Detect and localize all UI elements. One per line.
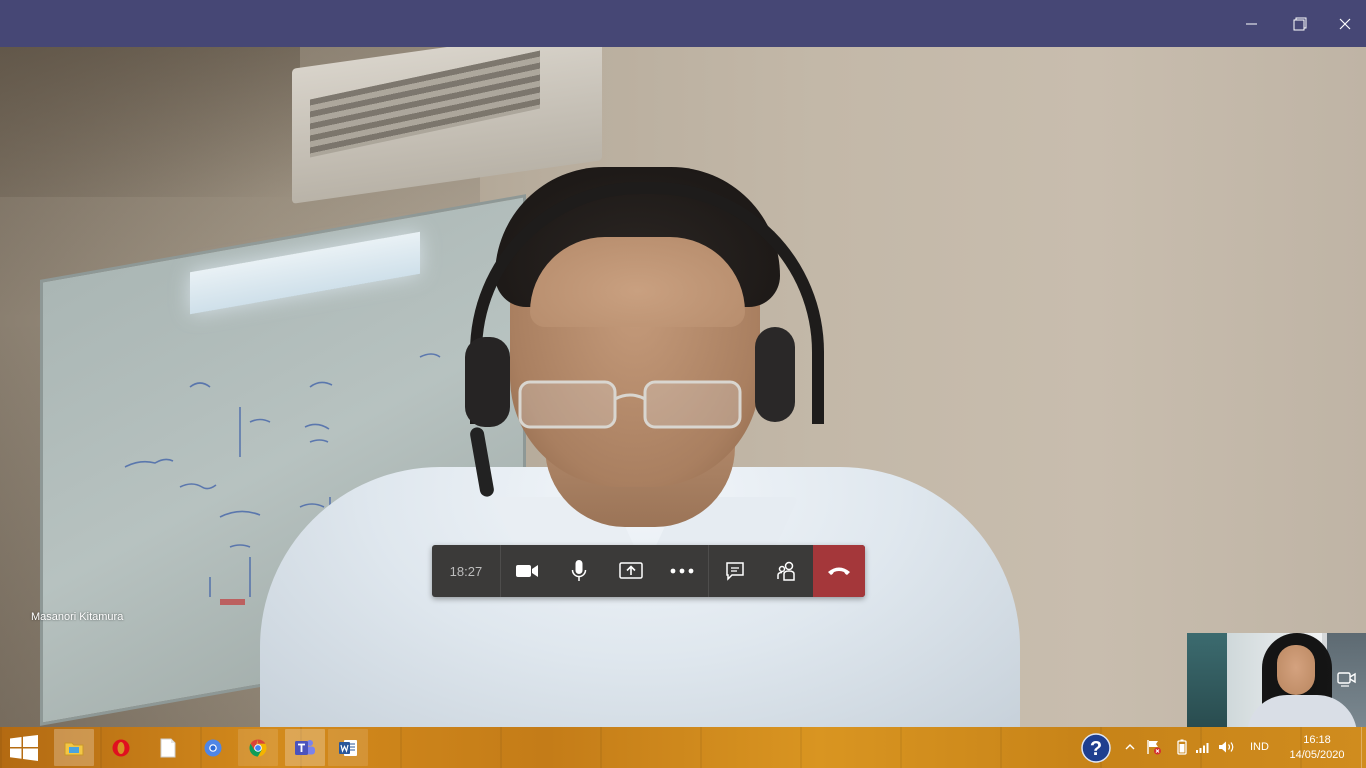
chat-button[interactable] (709, 545, 761, 597)
headset-earcup-left (465, 337, 510, 427)
tray-show-hidden[interactable] (1120, 736, 1140, 758)
taskbar-chrome[interactable] (238, 729, 278, 766)
help-icon: ? (1081, 733, 1111, 763)
headset-earcup-right (755, 327, 795, 422)
switch-camera-icon[interactable] (1337, 670, 1357, 688)
participants-icon (777, 561, 795, 581)
tray-action-center[interactable] (1144, 736, 1164, 758)
battery-icon (1177, 739, 1187, 755)
share-screen-button[interactable] (605, 545, 657, 597)
tray-help[interactable]: ? (1081, 733, 1111, 763)
call-controls-bar: 18:27 (432, 545, 865, 597)
camera-button[interactable] (501, 545, 553, 597)
more-options-button[interactable] (656, 545, 708, 597)
microphone-button[interactable] (553, 545, 605, 597)
taskbar-word[interactable] (328, 729, 368, 766)
share-screen-icon (618, 562, 643, 579)
hang-up-button[interactable] (813, 545, 865, 597)
opera-icon (112, 739, 130, 756)
notepad-icon (160, 738, 176, 757)
volume-icon (1219, 741, 1234, 753)
participant-glasses (518, 380, 742, 429)
clock-time: 16:18 (1303, 734, 1331, 746)
self-video-person-face (1277, 645, 1315, 695)
clock-date: 14/05/2020 (1289, 749, 1345, 761)
minimize-icon (1246, 23, 1257, 24)
word-icon (339, 739, 357, 756)
camera-icon (515, 565, 538, 577)
file-explorer-icon (64, 742, 84, 755)
input-language-indicator[interactable]: IND (1250, 741, 1269, 753)
participant-person (260, 137, 1020, 727)
chat-icon (726, 562, 745, 581)
microphone-icon (571, 560, 586, 581)
show-hidden-icons-icon (1125, 744, 1135, 750)
hang-up-icon (828, 567, 851, 575)
tray-network[interactable] (1193, 736, 1213, 758)
taskbar-file-explorer[interactable] (54, 729, 94, 766)
network-signal-icon (1196, 743, 1209, 753)
tray-volume[interactable] (1217, 736, 1237, 758)
restore-icon (1293, 17, 1307, 30)
start-button[interactable] (0, 727, 48, 768)
call-timer: 18:27 (449, 563, 483, 579)
taskbar-opera[interactable] (101, 729, 141, 766)
windows-logo-icon (10, 734, 38, 761)
participant-video[interactable]: Masanori Kitamura (0, 47, 1366, 727)
teams-icon (295, 739, 315, 755)
participants-button[interactable] (761, 545, 813, 597)
action-center-flag-icon (1147, 740, 1161, 755)
close-icon (1339, 18, 1351, 29)
taskbar-notepad[interactable] (148, 729, 188, 766)
more-options-icon (671, 568, 694, 574)
taskbar-clock[interactable]: 16:18 14/05/2020 (1285, 733, 1349, 763)
chrome-icon (249, 739, 267, 756)
restore-button[interactable] (1277, 0, 1323, 47)
tray-battery[interactable] (1172, 736, 1192, 758)
close-button[interactable] (1322, 0, 1366, 47)
minimize-button[interactable] (1229, 0, 1275, 47)
taskbar-chromium[interactable] (193, 729, 233, 766)
svg-text:?: ? (1090, 738, 1102, 760)
title-bar (0, 0, 1366, 47)
self-video-background (1187, 633, 1227, 727)
show-desktop-button[interactable] (1361, 727, 1366, 768)
taskbar-teams[interactable] (285, 729, 325, 766)
participant-name-label: Masanori Kitamura (31, 611, 124, 623)
chromium-icon (204, 739, 222, 756)
